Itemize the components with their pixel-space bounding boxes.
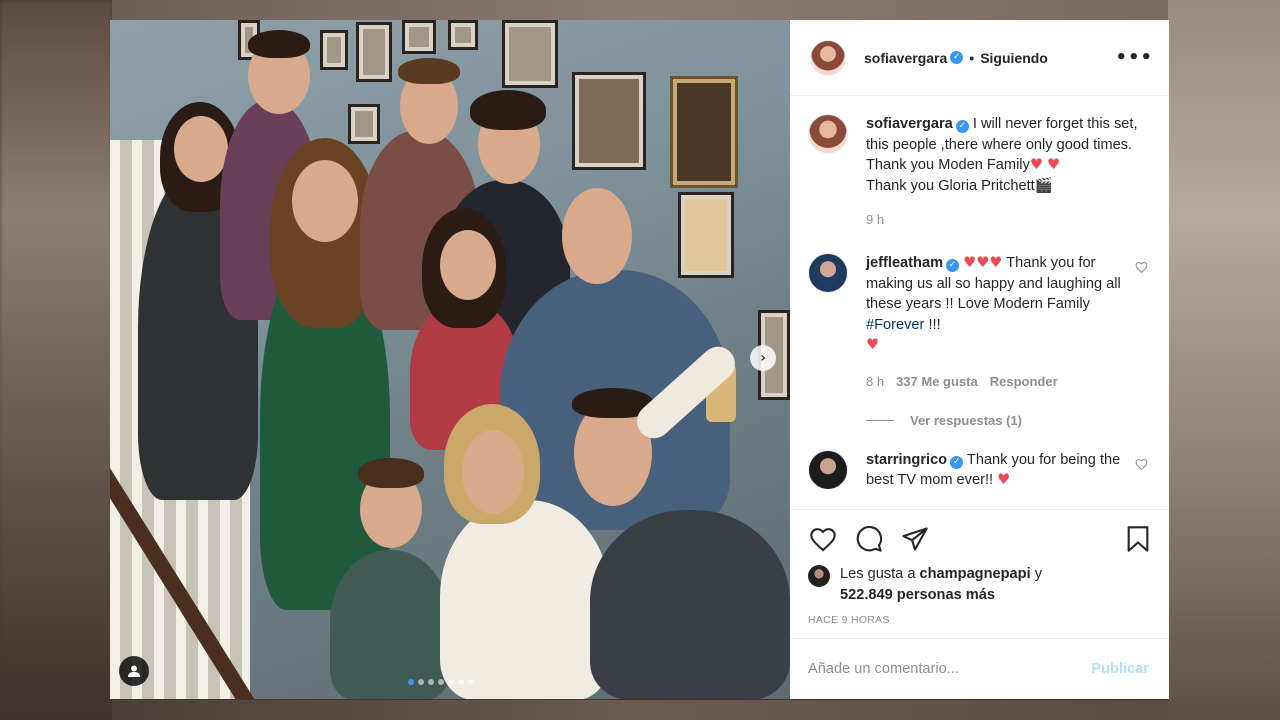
- commenter-avatar[interactable]: [808, 252, 848, 293]
- carousel-dot: [418, 679, 424, 685]
- like-heart-icon[interactable]: [808, 524, 838, 554]
- heart-emoji-icon: ♥: [1047, 156, 1061, 174]
- post-photo[interactable]: ›: [110, 20, 790, 699]
- post-timestamp[interactable]: HACE 9 HORAS: [808, 614, 1153, 626]
- person: [590, 510, 790, 699]
- post-header: sofiavergara ✓ • Siguiendo •••: [790, 20, 1169, 96]
- comment-likes-count[interactable]: 337 Me gusta: [896, 372, 978, 393]
- carousel-dot: [448, 679, 454, 685]
- comment-input[interactable]: [808, 661, 1092, 677]
- heart-emoji-icon: ♥: [1029, 156, 1043, 174]
- wall-frame: [572, 72, 646, 170]
- carousel-next-button[interactable]: ›: [750, 345, 776, 371]
- save-bookmark-icon[interactable]: [1123, 524, 1153, 554]
- carousel-dot: [458, 679, 464, 685]
- following-button[interactable]: Siguiendo: [980, 50, 1048, 66]
- verified-badge-icon: ✓: [950, 51, 964, 64]
- share-send-icon[interactable]: [900, 524, 930, 554]
- author-avatar[interactable]: [810, 39, 846, 76]
- carousel-indicator: [408, 679, 474, 685]
- instagram-post: › sofiavergara ✓ • Siguiendo ••• sofiave…: [110, 20, 1169, 699]
- wall-frame: [670, 76, 738, 188]
- reply-button[interactable]: Responder: [990, 372, 1058, 393]
- publish-comment-button[interactable]: Publicar: [1091, 661, 1149, 677]
- verified-badge-icon: ✓: [955, 120, 969, 133]
- wall-frame: [502, 20, 558, 88]
- heart-emoji-icon: ♥: [997, 471, 1011, 489]
- post-actions: Les gusta a champagnepapi y 522.849 pers…: [790, 509, 1169, 626]
- caption-time: 9 h: [866, 212, 885, 228]
- add-comment-bar: Publicar: [790, 638, 1169, 699]
- hashtag-link[interactable]: #Forever: [866, 317, 924, 333]
- liker-username[interactable]: champagnepapi: [920, 566, 1031, 582]
- caption-avatar[interactable]: [808, 114, 848, 154]
- heart-emoji-icon: ♥: [963, 253, 977, 271]
- comment-text-end: !!!: [928, 316, 941, 333]
- caption-text-2: Thank you Gloria Pritchett: [866, 177, 1035, 194]
- wall-frame: [320, 30, 348, 70]
- person: [440, 500, 610, 699]
- person: [330, 550, 450, 699]
- heart-emoji-icon: ♥: [989, 253, 1003, 271]
- carousel-dot: [438, 679, 444, 685]
- comment-like-heart-icon[interactable]: [1135, 261, 1149, 275]
- caption-username[interactable]: sofiavergara: [866, 116, 953, 132]
- clapper-emoji-icon: 🎬: [1034, 176, 1053, 194]
- author-username[interactable]: sofiavergara: [864, 50, 947, 66]
- verified-badge-icon: ✓: [950, 455, 964, 469]
- wall-frame: [402, 20, 436, 54]
- comment-like-heart-icon[interactable]: [1135, 458, 1149, 472]
- commenter-username[interactable]: starringrico: [866, 452, 947, 468]
- view-replies-label: Ver respuestas (1): [910, 412, 1023, 428]
- commenter-username[interactable]: jeffleatham: [866, 255, 943, 271]
- likes-summary: Les gusta a champagnepapi y 522.849 pers…: [808, 564, 1153, 606]
- wall-frame: [448, 20, 478, 50]
- comment-item: jeffleatham ✓ ♥♥♥ Thank you for making us…: [808, 252, 1149, 393]
- caption: sofiavergara ✓ I will never forget this s…: [808, 114, 1149, 231]
- wall-frame: [348, 104, 380, 144]
- carousel-dot: [468, 679, 474, 685]
- comment-time: 8 h: [866, 373, 885, 389]
- verified-badge-icon: ✓: [946, 258, 960, 272]
- commenter-avatar[interactable]: [808, 449, 848, 490]
- likes-count[interactable]: 522.849 personas más: [840, 587, 995, 603]
- separator-dot: •: [969, 49, 975, 66]
- tagged-users-button[interactable]: [119, 656, 149, 686]
- comment-bubble-icon[interactable]: [854, 524, 884, 554]
- more-options-icon[interactable]: •••: [1115, 47, 1153, 68]
- person-icon: [128, 665, 140, 677]
- likes-prefix: Les gusta a: [840, 566, 916, 582]
- heart-emoji-icon: ♥: [976, 253, 990, 271]
- comment-item: starringrico ✓ Thank you for being the be…: [808, 449, 1149, 491]
- comments-list[interactable]: sofiavergara ✓ I will never forget this s…: [790, 96, 1169, 509]
- post-sidebar: sofiavergara ✓ • Siguiendo ••• sofiaverg…: [790, 20, 1169, 699]
- heart-emoji-icon: ♥: [866, 336, 880, 354]
- likes-connector: y: [1034, 566, 1042, 582]
- liker-avatar[interactable]: [808, 565, 830, 587]
- carousel-dot: [408, 679, 414, 685]
- carousel-dot: [428, 679, 434, 685]
- wall-frame: [356, 22, 392, 82]
- view-replies-button[interactable]: Ver respuestas (1): [866, 413, 1149, 428]
- wall-frame: [678, 192, 734, 278]
